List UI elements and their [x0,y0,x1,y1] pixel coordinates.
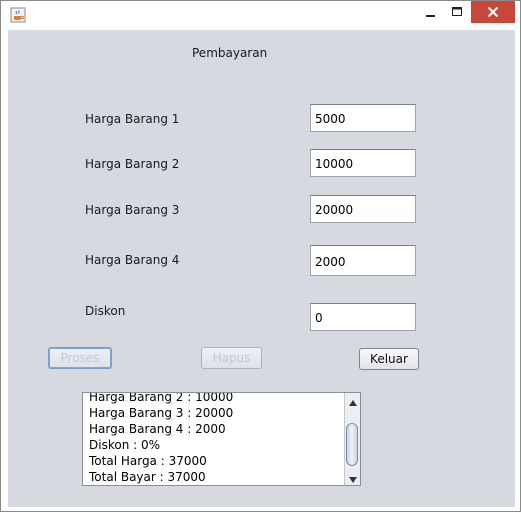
hapus-button[interactable]: Hapus [201,347,262,369]
form-panel: Pembayaran Harga Barang 1 5000 Harga Bar… [8,30,515,507]
harga-barang-1-label: Harga Barang 1 [85,112,180,126]
java-cup-icon [10,7,26,23]
arrow-up-icon [348,393,357,410]
arrow-down-icon [348,468,357,485]
close-icon [487,3,499,22]
output-line: Harga Barang 3 : 20000 [89,406,234,420]
output-line: Diskon : 0% [89,438,161,452]
scroll-down-button[interactable] [345,470,360,485]
app-window: Pembayaran Harga Barang 1 5000 Harga Bar… [0,0,521,512]
minimize-icon [425,3,436,22]
keluar-button[interactable]: Keluar [359,348,419,370]
form-heading: Pembayaran [192,46,268,60]
maximize-icon [452,3,463,22]
harga-barang-3-label: Harga Barang 3 [85,203,180,217]
output-textarea[interactable]: Harga Barang 2 : 10000 Harga Barang 3 : … [82,392,361,486]
proses-button[interactable]: Proses [48,347,112,369]
output-line: Harga Barang 2 : 10000 [89,392,234,404]
taskbar-edge [0,512,521,516]
title-bar[interactable] [1,1,520,30]
harga-barang-3-input[interactable]: 20000 [310,195,416,223]
scroll-up-button[interactable] [345,393,360,408]
output-line: Total Harga : 37000 [89,454,207,468]
diskon-input[interactable]: 0 [310,303,416,331]
harga-barang-2-label: Harga Barang 2 [85,157,180,171]
maximize-button[interactable] [444,1,471,23]
close-button[interactable] [471,1,515,23]
scrollbar-thumb[interactable] [346,423,358,466]
harga-barang-4-input[interactable]: 2000 [310,245,416,276]
output-lines: Harga Barang 2 : 10000 Harga Barang 3 : … [89,392,234,485]
diskon-label: Diskon [85,304,126,318]
output-line: Total Bayar : 37000 [89,470,206,484]
vertical-scrollbar[interactable] [344,393,360,485]
harga-barang-4-label: Harga Barang 4 [85,253,180,267]
minimize-button[interactable] [417,1,444,23]
harga-barang-1-input[interactable]: 5000 [310,104,416,132]
harga-barang-2-input[interactable]: 10000 [310,149,416,177]
output-line: Harga Barang 4 : 2000 [89,422,226,436]
